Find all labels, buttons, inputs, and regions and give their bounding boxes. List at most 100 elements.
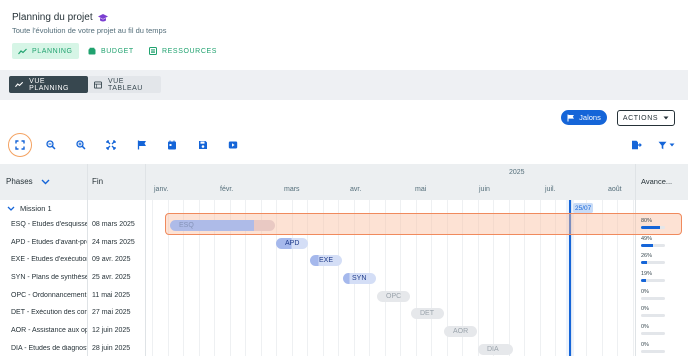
column-separator [635,164,636,356]
chevron-down-icon[interactable] [41,179,50,185]
phase-label[interactable]: DIA - Études de diagnostic [11,345,87,352]
tab-budget[interactable]: BUDGET [82,43,140,59]
list-icon [149,47,157,55]
tab-planning[interactable]: PLANNING [12,43,79,59]
actions-dropdown[interactable]: ACTIONS [617,110,675,126]
phase-label[interactable]: EXE - Études d'exécution [11,256,87,263]
expand-button[interactable] [104,138,118,152]
mission-group[interactable]: Mission 1 [7,204,52,213]
month-label: juin [479,186,490,193]
table-icon [94,80,102,89]
vue-planning-button[interactable]: VUE PLANNING [9,76,88,93]
trend-icon [15,81,24,88]
progress-label: 49% [641,236,653,242]
month-label: févr. [220,186,234,193]
phase-bar[interactable]: DET [411,307,444,319]
calendar-icon [168,140,176,150]
vue-planning-label: VUE PLANNING [29,77,69,92]
progress-bar [641,244,665,247]
phase-end-date: 08 mars 2025 [92,221,135,228]
zoom-in-icon [76,140,86,150]
month-label: janv. [154,186,169,193]
fit-view-button[interactable] [13,138,27,152]
phase-end-date: 24 mars 2025 [92,239,135,246]
header-panel [0,0,688,70]
tab-planning-label: PLANNING [32,47,73,55]
column-separator [145,164,146,356]
tab-ressources[interactable]: RESSOURCES [143,43,223,59]
fullscreen-icon [15,140,25,150]
progress-label: 0% [641,289,649,295]
phase-bar[interactable]: EXE [310,254,342,266]
tab-budget-label: BUDGET [101,47,134,55]
progress-label: 0% [641,324,649,330]
phases-header-label: Phases [6,177,33,186]
mission-group-label: Mission 1 [20,204,52,213]
export-icon [631,140,642,150]
flag-icon [567,114,575,121]
phase-end-date: 27 mai 2025 [92,309,131,316]
chevron-down-icon [663,116,669,120]
phase-label[interactable]: OPC - Ordonnancement [11,292,87,299]
today-badge: 25/07 [573,203,594,213]
vue-tableau-label: VUE TABLEAU [107,77,143,92]
video-icon [228,141,238,149]
phase-bar[interactable]: APD [276,237,308,249]
phase-end-date: 09 avr. 2025 [92,256,131,263]
progress-bar [641,314,665,317]
phase-bar[interactable]: SYN [343,272,376,284]
flag-button[interactable] [135,138,149,152]
month-label: avr. [350,186,362,193]
phase-end-date: 11 mai 2025 [92,292,131,299]
month-label: mars [284,186,300,193]
jalons-button[interactable]: Jalons [561,110,607,125]
phase-end-date: 25 avr. 2025 [92,274,131,281]
phase-bar[interactable]: ESQ [170,219,275,231]
month-label: août [608,186,622,193]
phases-column-header[interactable]: Phases [6,177,50,186]
jalons-label: Jalons [579,113,601,122]
progress-bar [641,332,665,335]
progress-label: 0% [641,306,649,312]
graduation-cap-icon [97,13,108,21]
filter-button[interactable] [656,138,676,152]
chevron-down-icon [7,206,15,211]
progress-bar [641,226,665,229]
phase-label[interactable]: ESQ - Études d'esquisse [11,221,87,228]
zoom-out-button[interactable] [44,138,58,152]
export-button[interactable] [629,138,643,152]
page-title-text: Planning du projet [12,12,93,23]
avancement-column-header: Avance... [641,177,673,186]
zoom-in-button[interactable] [74,138,88,152]
phase-bar[interactable]: AOR [444,325,477,337]
calendar-button[interactable] [165,138,179,152]
column-separator [87,164,88,356]
phase-label[interactable]: DET - Exécution des contrats [11,309,87,316]
phase-label[interactable]: AOR - Assistance aux opérations [11,327,87,334]
month-label: juil. [545,186,556,193]
phase-label[interactable]: APD - Études d'avant-projet [11,239,87,246]
zoom-out-icon [46,140,56,150]
filter-icon [658,141,666,149]
page-title: Planning du projet [12,12,109,23]
expand-arrows-icon [106,140,116,150]
actions-label: ACTIONS [622,114,659,122]
phase-label[interactable]: SYN - Plans de synthèse [11,274,87,281]
phase-end-date: 12 juin 2025 [92,327,131,334]
phase-bar[interactable]: OPC [377,290,410,302]
fin-column-header: Fin [92,177,104,186]
progress-label: 19% [641,271,653,277]
save-button[interactable] [196,138,210,152]
progress-label: 26% [641,253,653,259]
tab-ressources-label: RESSOURCES [162,47,218,55]
grid-line [152,200,153,356]
progress-label: 80% [641,218,653,224]
month-label: mai [415,186,427,193]
save-icon [199,141,207,149]
play-button[interactable] [226,138,240,152]
progress-bar [641,297,665,300]
progress-fill [641,244,653,247]
phase-end-date: 28 juin 2025 [92,345,131,352]
phase-bar[interactable]: DIA [478,343,513,355]
vue-tableau-button[interactable]: VUE TABLEAU [88,76,161,93]
